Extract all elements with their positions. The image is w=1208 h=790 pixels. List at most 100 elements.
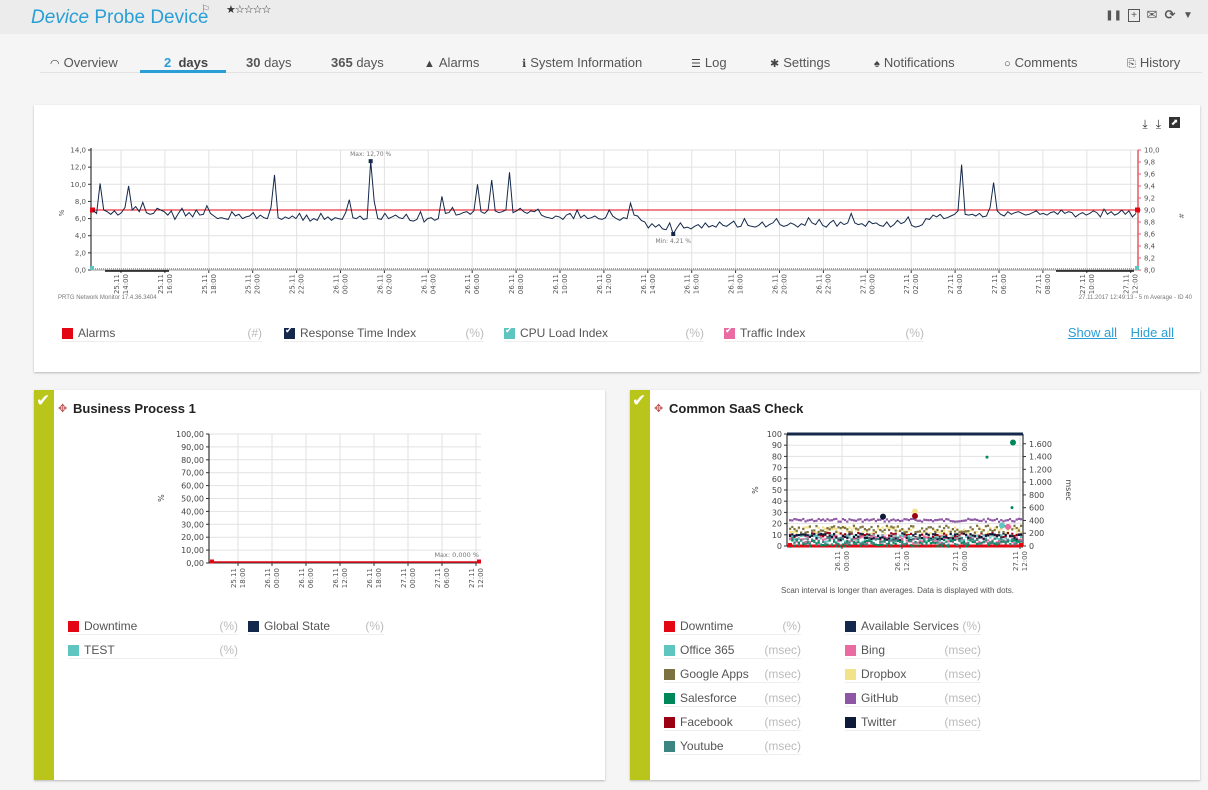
legend-item-youtube[interactable]: Youtube (msec) [664, 738, 801, 755]
legend-item-bing[interactable]: Bing (msec) [845, 642, 981, 659]
series-dots-youtube [969, 537, 972, 540]
hide-all-link[interactable]: Hide all [1131, 325, 1174, 340]
series-dots-bing [789, 537, 792, 540]
series-dots-office-365 [1009, 539, 1012, 542]
y2-tick-label: 1.200 [1029, 465, 1052, 474]
series-dots-youtube [890, 539, 893, 542]
graph-footer-timestamp: 27.11.2017 12:49:13 - 5 m Average - ID 4… [1078, 295, 1192, 301]
series-dots-youtube [1013, 543, 1016, 546]
series-dots-facebook [826, 531, 829, 535]
sensor-title[interactable]: Common SaaS Check [669, 401, 803, 416]
checkbox-icon[interactable] [504, 325, 515, 339]
legend-item-downtime[interactable]: Downtime (%) [664, 618, 801, 635]
drag-handle-icon[interactable]: ✥ [58, 402, 67, 415]
tab-history[interactable]: ⎘ History [1127, 55, 1180, 71]
legend-item-available-services[interactable]: Available Services (%) [845, 618, 981, 635]
legend-item-office-365[interactable]: Office 365 (msec) [664, 642, 801, 659]
drag-handle-icon[interactable]: ✥ [654, 402, 663, 415]
series-dots-salesforce [879, 543, 882, 547]
legend-item-facebook[interactable]: Facebook (msec) [664, 714, 801, 731]
pause-icon[interactable]: ❚❚ [1105, 10, 1122, 21]
y-tick-label: 12,0 [70, 164, 86, 172]
legend-item-downtime[interactable]: Downtime (%) [68, 618, 238, 635]
series-dots-salesforce [954, 538, 957, 541]
show-all-link[interactable]: Show all [1068, 325, 1117, 340]
legend-item-traffic-index[interactable]: Traffic Index (%) [724, 325, 924, 342]
series-dots-youtube [892, 537, 895, 540]
dropdown-icon[interactable]: ▼ [1182, 10, 1194, 21]
tab-comments[interactable]: ○ Comments [1004, 55, 1078, 70]
tab-alarms[interactable]: ▲ Alarms [424, 55, 479, 70]
series-dots-office-365 [982, 534, 985, 537]
series-dots-google-apps [874, 531, 877, 534]
y-axis-label: % [751, 486, 760, 494]
series-dots-github [844, 518, 847, 522]
legend-label: Downtime [680, 619, 734, 633]
add-sensor-icon[interactable]: + [1128, 8, 1140, 22]
legend-item-test[interactable]: TEST (%) [68, 642, 238, 659]
series-dots-google-apps [861, 525, 864, 528]
series-dots-google-apps [947, 526, 950, 529]
business-process-panel: ✔ ✥ Business Process 1 0,00 10,00 20,00 30,… [34, 390, 605, 780]
tab-settings[interactable]: ✱ Settings [770, 55, 830, 70]
tab-overview[interactable]: ◠ Overview [50, 55, 118, 70]
tab-log[interactable]: ☰ Log [691, 55, 727, 70]
series-dots-salesforce [890, 544, 893, 547]
checkbox-icon[interactable] [724, 325, 735, 339]
legend-item-dropbox[interactable]: Dropbox (msec) [845, 666, 981, 683]
y-tick-label: 10 [772, 531, 782, 540]
x-tick-date: 26.11 [464, 274, 472, 294]
series-dots-dropbox [1017, 527, 1020, 530]
legend-item-alarms[interactable]: Alarms (#) [62, 325, 262, 342]
tab-30-days[interactable]: 30 days [246, 55, 292, 70]
series-dots-twitter [808, 535, 811, 538]
mail-icon[interactable]: ✉ [1146, 7, 1158, 23]
series-dots-twitter [984, 534, 987, 537]
series-dots-dropbox [806, 526, 809, 529]
series-dots-youtube [962, 542, 965, 545]
x-tick-label: 26.11 12:00 [894, 551, 911, 571]
series-dots-twitter [846, 536, 849, 539]
series-marker-downtime [1019, 543, 1023, 547]
main-legend: Alarms (#) Response Time Index (%) CPU L… [62, 325, 1172, 343]
series-dots-twitter [901, 532, 904, 535]
series-dots-google-apps [980, 531, 983, 534]
legend-item-google-apps[interactable]: Google Apps (msec) [664, 666, 801, 683]
legend-item-cpu-load-index[interactable]: CPU Load Index (%) [504, 325, 704, 342]
legend-swatch [664, 620, 675, 632]
legend-item-response-time-index[interactable]: Response Time Index (%) [284, 325, 484, 342]
series-dots-youtube [861, 541, 864, 545]
series-dots-salesforce [1015, 540, 1018, 543]
tab-365-days[interactable]: 365 days [331, 55, 384, 70]
checkbox-icon[interactable] [284, 325, 295, 339]
legend-item-twitter[interactable]: Twitter (msec) [845, 714, 981, 731]
x-tick-label: 26.11 06:00 [464, 274, 481, 294]
x-tick-time: 08:00 [1044, 274, 1052, 294]
legend-swatch [664, 740, 675, 752]
series-dots-youtube [839, 536, 842, 540]
legend-item-global-state[interactable]: Global State (%) [248, 618, 384, 635]
x-tick-label: 27.11 12:00 [1012, 551, 1029, 571]
refresh-icon[interactable]: ⟳ [1164, 7, 1176, 23]
series-dots-dropbox [976, 530, 979, 534]
tab-2-days[interactable]: 2 days [164, 55, 208, 70]
flag-icon[interactable]: ⚐ [201, 4, 210, 15]
series-dots-salesforce [927, 539, 930, 543]
tab-system-information[interactable]: ℹ System Information [522, 55, 642, 70]
priority-rating[interactable]: ★☆☆☆☆ [226, 3, 271, 16]
x-tick-time: 20:00 [254, 274, 262, 294]
legend-item-salesforce[interactable]: Salesforce (msec) [664, 690, 801, 707]
series-dots-github [967, 517, 970, 520]
max-marker [368, 159, 373, 164]
info-icon: ℹ [522, 58, 527, 70]
y2-tick-label: 9,8 [1144, 159, 1155, 167]
legend-unit: (msec) [764, 643, 801, 657]
series-dots-dropbox [850, 528, 853, 531]
sensor-title[interactable]: Business Process 1 [73, 401, 196, 416]
series-dots-twitter [945, 536, 948, 539]
tab-notifications[interactable]: ♠ Notifications [874, 55, 955, 70]
series-dots-github [918, 519, 921, 522]
y2-axis-label: # [1177, 213, 1185, 219]
legend-item-github[interactable]: GitHub (msec) [845, 690, 981, 707]
x-tick-time: 00:00 [961, 551, 969, 571]
